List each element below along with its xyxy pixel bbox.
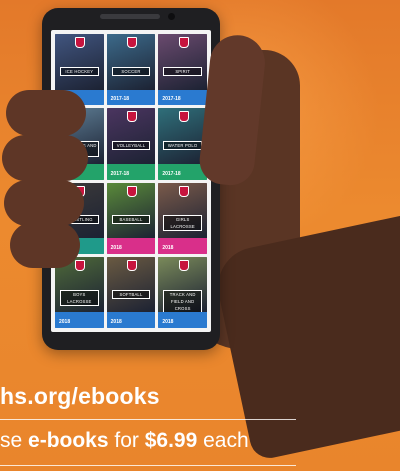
ebook-tile[interactable]: BASEBALL 2018 xyxy=(106,182,156,254)
season-year: 2018 xyxy=(162,319,174,325)
ebook-tile[interactable]: SOFTBALL 2018 xyxy=(106,256,156,328)
ebook-tile[interactable]: SOCCER 2017-18 xyxy=(106,34,156,106)
logo-icon xyxy=(178,37,189,48)
phone-camera xyxy=(168,13,175,20)
ebook-tile[interactable]: WATER POLO 2017-18 xyxy=(158,108,207,180)
season-year: 2017-18 xyxy=(162,96,181,103)
season-year: 2017-18 xyxy=(110,170,130,177)
promo-price: $6.99 xyxy=(144,429,198,452)
promo-text: se e-books for $6.99 each xyxy=(0,429,249,453)
promo-ebooks: e-books xyxy=(28,429,109,452)
promo-middle: for xyxy=(108,429,145,452)
promo-suffix: each xyxy=(197,429,249,452)
ebook-tile[interactable]: GIRLS LACROSSE 2018 xyxy=(158,182,207,254)
finger xyxy=(2,135,88,181)
logo-icon xyxy=(178,111,189,123)
ebook-tile[interactable]: BOYS LACROSSE 2018 xyxy=(55,256,104,328)
ebook-grid: ICE HOCKEY 2017-18 SOCCER 2017-18 SPIRIT 2017… xyxy=(55,34,207,328)
logo-icon xyxy=(126,185,137,197)
finger xyxy=(4,180,84,226)
phone-speaker xyxy=(100,14,160,19)
finger xyxy=(6,90,86,136)
sport-label: WATER POLO xyxy=(163,141,202,151)
ebooks-url[interactable]: hs.org/ebooks xyxy=(0,383,160,410)
finger xyxy=(10,222,80,268)
logo-icon xyxy=(75,259,86,271)
divider xyxy=(0,465,296,466)
logo-icon xyxy=(126,37,137,48)
logo-icon xyxy=(178,259,189,271)
sport-label: BASEBALL xyxy=(111,215,151,225)
sport-label: SOCCER xyxy=(111,66,151,76)
phone-screen: ICE HOCKEY 2017-18 SOCCER 2017-18 SPIRIT 2017… xyxy=(51,30,211,332)
sport-label: SPIRIT xyxy=(163,66,202,76)
logo-icon xyxy=(126,259,137,271)
logo-icon xyxy=(126,111,137,123)
sport-label: VOLLEYBALL xyxy=(111,141,151,151)
sport-label: GIRLS LACROSSE xyxy=(163,215,202,232)
season-year: 2017-18 xyxy=(162,170,181,177)
ebook-tile[interactable]: SPIRIT 2017-18 xyxy=(158,34,207,106)
divider xyxy=(0,419,296,420)
season-year: 2018 xyxy=(162,244,174,251)
promo-prefix: se xyxy=(0,429,29,452)
season-year: 2018 xyxy=(59,319,71,325)
logo-icon xyxy=(75,37,86,48)
sport-label: BOYS LACROSSE xyxy=(60,289,99,306)
sport-label: ICE HOCKEY xyxy=(60,66,99,76)
season-year: 2018 xyxy=(110,319,122,325)
ebook-tile[interactable]: TRACK AND FIELD AND CROSS COUNTRY2018 xyxy=(158,256,207,328)
sport-label: SOFTBALL xyxy=(111,289,151,299)
ebook-tile[interactable]: VOLLEYBALL 2017-18 xyxy=(106,108,156,180)
season-year: 2017-18 xyxy=(110,96,130,103)
logo-icon xyxy=(178,185,189,197)
season-year: 2018 xyxy=(110,244,122,251)
